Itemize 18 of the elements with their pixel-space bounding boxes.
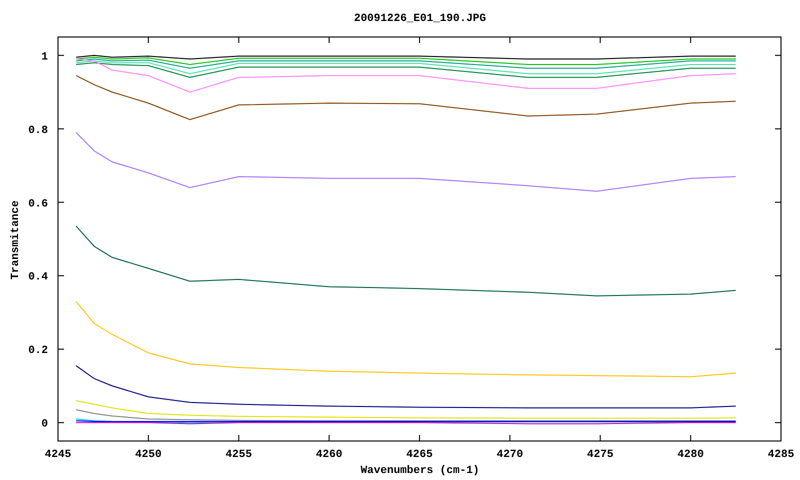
- tick-label: 4245: [44, 449, 72, 461]
- tick-label: 0.4: [28, 272, 48, 284]
- tick-label: 0: [41, 418, 48, 431]
- axis-title: Transmitance: [10, 200, 22, 280]
- tick-label: 1: [41, 51, 48, 64]
- tick-label: 4250: [135, 449, 162, 461]
- tick-label: 4285: [768, 449, 794, 461]
- tick-label: 4265: [406, 449, 433, 461]
- tick-label: 4275: [587, 449, 614, 461]
- chart-title: 20091226_E01_190.JPG: [354, 13, 486, 25]
- tick-label: 4280: [677, 449, 704, 461]
- tick-label: 4260: [316, 449, 342, 461]
- tick-label: 0.2: [28, 345, 48, 358]
- tick-label: 4270: [496, 449, 524, 461]
- axis-title: Wavenumbers (cm-1): [360, 465, 480, 477]
- tick-label: 0.8: [28, 124, 48, 137]
- tick-label: 4255: [226, 449, 252, 461]
- tick-label: 0.6: [28, 198, 48, 210]
